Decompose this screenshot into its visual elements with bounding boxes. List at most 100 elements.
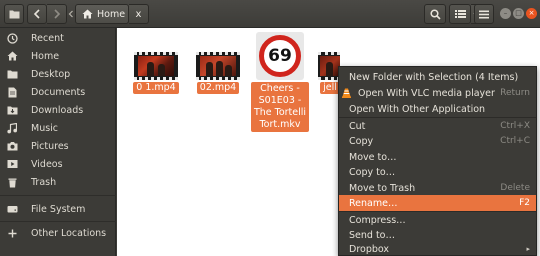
sidebar-item-desktop[interactable]: Desktop bbox=[0, 65, 116, 83]
menu-item-new-folder-with-selection[interactable]: New Folder with Selection (4 Items) bbox=[339, 69, 536, 85]
file-name-label: Cheers - S01E03 - The Tortelli Tort.mkv bbox=[251, 82, 309, 132]
menu-item-compress[interactable]: Compress… bbox=[339, 212, 536, 228]
vlc-cone-icon bbox=[342, 88, 352, 98]
file-name-line: S01E03 - bbox=[258, 95, 302, 106]
menu-item-label: Compress… bbox=[349, 214, 406, 226]
header-bar: Home x – □ × bbox=[0, 0, 540, 28]
menu-item-label: Copy bbox=[349, 135, 374, 147]
video-icon bbox=[6, 158, 18, 170]
maximize-glyph: □ bbox=[515, 9, 522, 17]
sidebar-item-downloads[interactable]: Downloads bbox=[0, 101, 116, 119]
view-toggle-button[interactable] bbox=[449, 4, 471, 24]
chevron-left-icon bbox=[33, 9, 40, 19]
home-icon bbox=[82, 9, 93, 19]
menu-item-label: Copy to… bbox=[349, 166, 396, 178]
context-menu: New Folder with Selection (4 Items) Open… bbox=[338, 66, 537, 256]
path-segment-x[interactable]: x bbox=[129, 4, 149, 24]
sidebar-item-recent[interactable]: Recent bbox=[0, 29, 116, 47]
file-name-label: jell bbox=[320, 82, 340, 94]
video-thumbnail bbox=[318, 52, 340, 80]
thumbnail-figure bbox=[206, 62, 213, 76]
menu-item-label: Open With VLC media player bbox=[358, 87, 495, 99]
sidebar-toggle-button[interactable] bbox=[4, 4, 24, 24]
folder-icon bbox=[9, 10, 19, 19]
close-button[interactable]: × bbox=[526, 8, 537, 19]
sidebar-item-other-locations[interactable]: Other Locations bbox=[0, 224, 116, 242]
menu-item-accelerator: F2 bbox=[519, 198, 530, 208]
video-thumbnail: 69 bbox=[256, 32, 304, 80]
list-view-icon bbox=[454, 10, 466, 18]
menu-item-move-to[interactable]: Move to… bbox=[339, 149, 536, 165]
minimize-glyph: – bbox=[503, 9, 508, 17]
file-name-line: Tort.mkv bbox=[259, 119, 301, 130]
search-icon bbox=[429, 8, 441, 20]
submenu-arrow-icon: ▸ bbox=[526, 245, 530, 253]
sidebar-item-label: Recent bbox=[31, 32, 64, 44]
camera-icon bbox=[6, 140, 18, 152]
sidebar-item-documents[interactable]: Documents bbox=[0, 83, 116, 101]
file-item[interactable]: 69 Cheers - S01E03 - The Tortelli Tort.m… bbox=[251, 32, 309, 132]
sidebar-item-file-system[interactable]: File System bbox=[0, 200, 116, 218]
thumbnail-figure bbox=[225, 65, 232, 76]
clock-icon bbox=[6, 32, 18, 44]
menu-item-label: Move to… bbox=[349, 151, 397, 163]
menu-item-label: Move to Trash bbox=[349, 182, 416, 194]
menu-item-label: Send to… bbox=[349, 229, 395, 241]
episode-badge-number: 69 bbox=[268, 46, 292, 66]
menu-item-copy[interactable]: Copy Ctrl+C bbox=[339, 133, 536, 149]
thumbnail-figure bbox=[147, 62, 154, 76]
menu-item-accelerator: Ctrl+C bbox=[500, 136, 530, 146]
file-item[interactable]: 0 1.mp4 bbox=[125, 52, 187, 94]
document-icon bbox=[6, 86, 18, 98]
sidebar-item-label: Downloads bbox=[31, 104, 84, 116]
file-name-line: Cheers - bbox=[260, 83, 300, 94]
menu-item-label: New Folder with Selection (4 Items) bbox=[349, 71, 519, 83]
minimize-button[interactable]: – bbox=[500, 8, 511, 19]
music-icon bbox=[6, 122, 18, 134]
sidebar-item-label: Trash bbox=[31, 176, 57, 188]
back-button[interactable] bbox=[27, 4, 47, 24]
sidebar-item-trash[interactable]: Trash bbox=[0, 173, 116, 191]
menu-item-open-with-vlc[interactable]: Open With VLC media player Return bbox=[339, 85, 536, 101]
menu-item-cut[interactable]: Cut Ctrl+X bbox=[339, 118, 536, 134]
menu-item-dropbox[interactable]: Dropbox ▸ bbox=[339, 241, 536, 256]
video-thumbnail bbox=[134, 52, 178, 80]
sidebar-separator bbox=[0, 195, 116, 196]
sidebar-item-label: Documents bbox=[31, 86, 86, 98]
sidebar-item-music[interactable]: Music bbox=[0, 119, 116, 137]
sidebar-item-label: Other Locations bbox=[31, 227, 107, 239]
thumbnail-figure bbox=[326, 62, 333, 76]
sidebar-item-videos[interactable]: Videos bbox=[0, 155, 116, 173]
menu-item-label: Rename… bbox=[349, 197, 398, 209]
maximize-button[interactable]: □ bbox=[513, 8, 524, 19]
menu-item-copy-to[interactable]: Copy to… bbox=[339, 164, 536, 180]
hamburger-menu-icon bbox=[479, 10, 489, 18]
path-left-arrow[interactable] bbox=[67, 4, 75, 24]
path-home-button[interactable]: Home bbox=[75, 4, 129, 24]
menu-item-label: Open With Other Application bbox=[349, 103, 486, 115]
small-chevron-left-icon bbox=[68, 10, 73, 18]
file-item[interactable]: 02.mp4 bbox=[187, 52, 249, 94]
sidebar: Recent Home Desktop Documents Downloads … bbox=[0, 28, 116, 256]
menu-item-open-with-other-application[interactable]: Open With Other Application bbox=[339, 101, 536, 117]
sidebar-item-label: Music bbox=[31, 122, 59, 134]
file-name-label: 0 1.mp4 bbox=[133, 82, 179, 94]
download-icon bbox=[6, 104, 18, 116]
sidebar-item-pictures[interactable]: Pictures bbox=[0, 137, 116, 155]
forward-button[interactable] bbox=[47, 4, 67, 24]
thumbnail-scene bbox=[138, 56, 174, 76]
file-name-label: 02.mp4 bbox=[196, 82, 240, 94]
thumbnail-figure bbox=[158, 64, 165, 76]
sidebar-item-label: File System bbox=[31, 203, 86, 215]
sidebar-item-home[interactable]: Home bbox=[0, 47, 116, 65]
search-button[interactable] bbox=[424, 4, 446, 24]
sidebar-item-label: Videos bbox=[31, 158, 63, 170]
sidebar-item-label: Pictures bbox=[31, 140, 69, 152]
sidebar-item-label: Desktop bbox=[31, 68, 71, 80]
sidebar-item-label: Home bbox=[31, 50, 60, 62]
plus-icon bbox=[6, 227, 18, 239]
home-icon bbox=[6, 50, 18, 62]
menu-item-move-to-trash[interactable]: Move to Trash Delete bbox=[339, 180, 536, 196]
menu-item-rename[interactable]: Rename… F2 bbox=[339, 195, 536, 211]
hamburger-menu-button[interactable] bbox=[474, 4, 494, 24]
